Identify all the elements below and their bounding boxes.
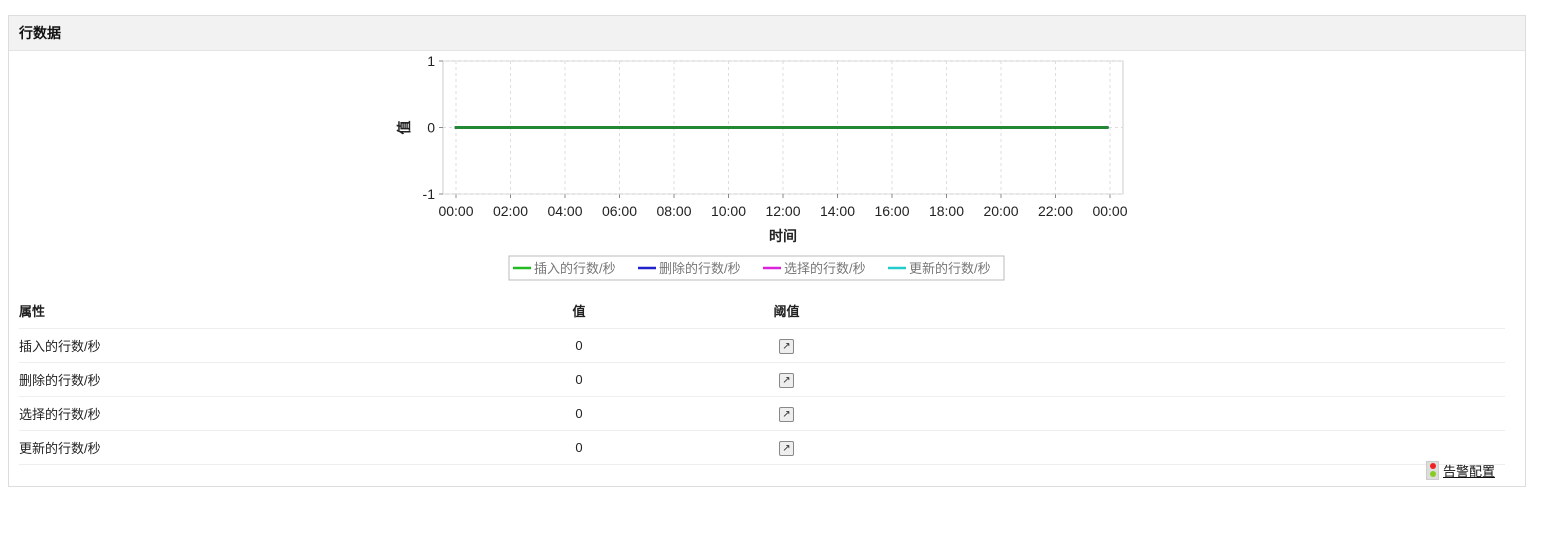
header-attribute: 属性 (19, 293, 469, 329)
x-tick-label: 02:00 (493, 203, 528, 219)
attribute-name: 插入的行数/秒 (19, 328, 469, 363)
x-tick-label: 12:00 (765, 203, 800, 219)
threshold-edit-icon[interactable]: ↗ (779, 441, 794, 456)
row-data-panel: 行数据 00:00 02:00 04:00 06:00 08:00 10:00 12:00 1… (8, 15, 1526, 487)
x-axis-label: 时间 (769, 228, 797, 244)
attribute-name: 删除的行数/秒 (19, 362, 469, 397)
y-tick-label: 1 (427, 53, 435, 69)
attribute-name: 更新的行数/秒 (19, 430, 469, 465)
attribute-value: 0 (469, 396, 689, 431)
attribute-value: 0 (469, 328, 689, 363)
y-tick-label: -1 (423, 186, 436, 202)
table-row: 删除的行数/秒 0 ↗ (19, 362, 1505, 397)
attribute-value: 0 (469, 362, 689, 397)
legend-label: 更新的行数/秒 (909, 261, 991, 276)
attribute-name: 选择的行数/秒 (19, 396, 469, 431)
traffic-light-icon (1425, 461, 1439, 480)
alarm-config-link[interactable]: 告警配置 (1443, 461, 1495, 480)
x-tick-label: 20:00 (983, 203, 1018, 219)
x-tick-label: 04:00 (547, 203, 582, 219)
y-tick-label: 0 (427, 120, 435, 136)
x-tick-label: 10:00 (711, 203, 746, 219)
x-tick-label: 14:00 (820, 203, 855, 219)
header-threshold: 阈值 (689, 293, 884, 329)
x-tick-label: 22:00 (1038, 203, 1073, 219)
alarm-config[interactable]: 告警配置 (1425, 461, 1495, 480)
row-data-chart: 00:00 02:00 04:00 06:00 08:00 10:00 12:00 14:00… (396, 53, 1128, 281)
y-axis-label: 值 (396, 121, 412, 135)
threshold-edit-icon[interactable]: ↗ (779, 373, 794, 388)
header-spacer (884, 293, 1505, 329)
x-tick-label: 08:00 (656, 203, 691, 219)
x-tick-label: 16:00 (874, 203, 909, 219)
page: 行数据 00:00 02:00 04:00 06:00 08:00 10:00 12:00 1… (0, 0, 1546, 551)
legend-label: 插入的行数/秒 (534, 261, 616, 276)
x-tick-label: 00:00 (438, 203, 473, 219)
x-tick-label: 00:00 (1092, 203, 1127, 219)
table-header-row: 属性 值 阈值 (19, 293, 1505, 329)
x-tick-label: 06:00 (602, 203, 637, 219)
legend-label: 删除的行数/秒 (659, 261, 741, 276)
x-tick-label: 18:00 (929, 203, 964, 219)
header-value: 值 (469, 293, 689, 329)
table-row: 插入的行数/秒 0 ↗ (19, 328, 1505, 363)
threshold-edit-icon[interactable]: ↗ (779, 407, 794, 422)
panel-title: 行数据 (9, 16, 1525, 51)
legend-label: 选择的行数/秒 (784, 261, 866, 276)
table-row: 选择的行数/秒 0 ↗ (19, 396, 1505, 431)
attribute-table: 属性 值 阈值 插入的行数/秒 0 ↗ 删除的行数/秒 0 ↗ 选择的行数/秒 … (19, 293, 1505, 465)
threshold-edit-icon[interactable]: ↗ (779, 339, 794, 354)
attribute-value: 0 (469, 430, 689, 465)
table-row: 更新的行数/秒 0 ↗ (19, 430, 1505, 465)
